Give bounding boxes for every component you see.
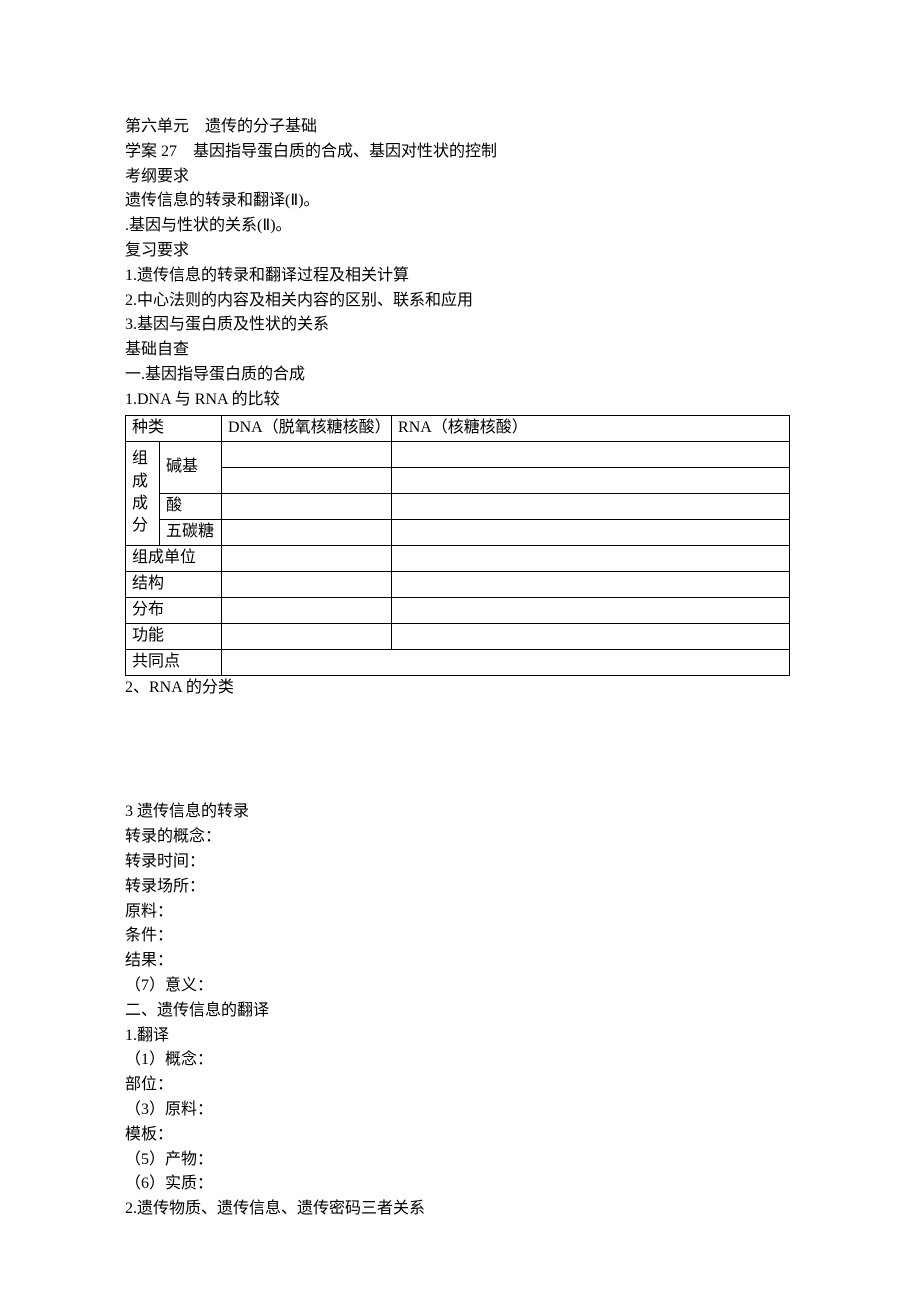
section-exam-requirements-title: 考纲要求 xyxy=(125,165,795,190)
question-1-title: 1.DNA 与 RNA 的比较 xyxy=(125,388,795,413)
table-row: 酸 xyxy=(126,493,790,519)
unit-title: 第六单元 遗传的分子基础 xyxy=(125,115,795,140)
table-rowhead-sugar: 五碳糖 xyxy=(160,519,222,545)
exam-req-item: .基因与性状的关系(Ⅱ)。 xyxy=(125,214,795,239)
table-rowhead-common: 共同点 xyxy=(126,649,222,675)
section-one-title: 一.基因指导蛋白质的合成 xyxy=(125,363,795,388)
lesson-title: 学案 27 基因指导蛋白质的合成、基因对性状的控制 xyxy=(125,140,795,165)
question-2-title: 2、RNA 的分类 xyxy=(125,676,795,701)
section-basic-check-title: 基础自查 xyxy=(125,338,795,363)
t1-item: （3）原料： xyxy=(125,1098,795,1123)
table-row: 结构 xyxy=(126,571,790,597)
table-cell xyxy=(222,545,392,571)
table-rowhead-acid: 酸 xyxy=(160,493,222,519)
table-row: 组成成分 碱基 xyxy=(126,441,790,467)
table-rowhead-composition: 组成成分 xyxy=(126,441,160,545)
exam-req-item: 遗传信息的转录和翻译(Ⅱ)。 xyxy=(125,189,795,214)
section-review-requirements-title: 复习要求 xyxy=(125,239,795,264)
table-cell xyxy=(222,467,392,493)
table-cell xyxy=(222,519,392,545)
table-rowhead-unit: 组成单位 xyxy=(126,545,222,571)
q3-item: 转录的概念： xyxy=(125,825,795,850)
table-cell xyxy=(222,441,392,467)
table-cell xyxy=(222,597,392,623)
question-3-title: 3 遗传信息的转录 xyxy=(125,800,795,825)
table-cell xyxy=(392,493,790,519)
table-cell xyxy=(392,623,790,649)
q3-item: 结果： xyxy=(125,949,795,974)
table-cell xyxy=(222,493,392,519)
table-cell xyxy=(392,545,790,571)
table-row: 组成单位 xyxy=(126,545,790,571)
q3-item: 转录时间： xyxy=(125,850,795,875)
table-cell xyxy=(222,623,392,649)
translation-1-title: 1.翻译 xyxy=(125,1024,795,1049)
t1-item: （6）实质： xyxy=(125,1172,795,1197)
table-cell xyxy=(222,571,392,597)
translation-2-title: 2.遗传物质、遗传信息、遗传密码三者关系 xyxy=(125,1197,795,1222)
t1-item: （1）概念： xyxy=(125,1048,795,1073)
table-cell xyxy=(392,467,790,493)
q3-item: 转录场所： xyxy=(125,875,795,900)
q3-item: 条件： xyxy=(125,924,795,949)
table-row xyxy=(126,467,790,493)
table-cell xyxy=(392,597,790,623)
table-row: 种类 DNA（脱氧核糖核酸） RNA（核糖核酸） xyxy=(126,415,790,441)
q3-item: 原料： xyxy=(125,900,795,925)
table-cell xyxy=(392,441,790,467)
blank-space xyxy=(125,700,795,800)
table-header-rna: RNA（核糖核酸） xyxy=(392,415,790,441)
t1-item: 部位： xyxy=(125,1073,795,1098)
table-rowhead-base: 碱基 xyxy=(160,441,222,493)
document-page: 第六单元 遗传的分子基础 学案 27 基因指导蛋白质的合成、基因对性状的控制 考… xyxy=(0,0,920,1282)
table-row: 功能 xyxy=(126,623,790,649)
table-rowhead-structure: 结构 xyxy=(126,571,222,597)
section-two-title: 二、遗传信息的翻译 xyxy=(125,999,795,1024)
q3-item: （7）意义： xyxy=(125,974,795,999)
table-cell xyxy=(222,649,790,675)
table-row: 五碳糖 xyxy=(126,519,790,545)
table-row: 分布 xyxy=(126,597,790,623)
table-header-dna: DNA（脱氧核糖核酸） xyxy=(222,415,392,441)
table-rowhead-function: 功能 xyxy=(126,623,222,649)
t1-item: 模板： xyxy=(125,1123,795,1148)
review-item: 1.遗传信息的转录和翻译过程及相关计算 xyxy=(125,264,795,289)
table-cell xyxy=(392,571,790,597)
dna-rna-comparison-table: 种类 DNA（脱氧核糖核酸） RNA（核糖核酸） 组成成分 碱基 酸 五碳糖 组… xyxy=(125,415,790,676)
table-row: 共同点 xyxy=(126,649,790,675)
table-cell xyxy=(392,519,790,545)
table-header-type: 种类 xyxy=(126,415,222,441)
table-rowhead-distribution: 分布 xyxy=(126,597,222,623)
t1-item: （5）产物： xyxy=(125,1148,795,1173)
review-item: 2.中心法则的内容及相关内容的区别、联系和应用 xyxy=(125,289,795,314)
review-item: 3.基因与蛋白质及性状的关系 xyxy=(125,313,795,338)
